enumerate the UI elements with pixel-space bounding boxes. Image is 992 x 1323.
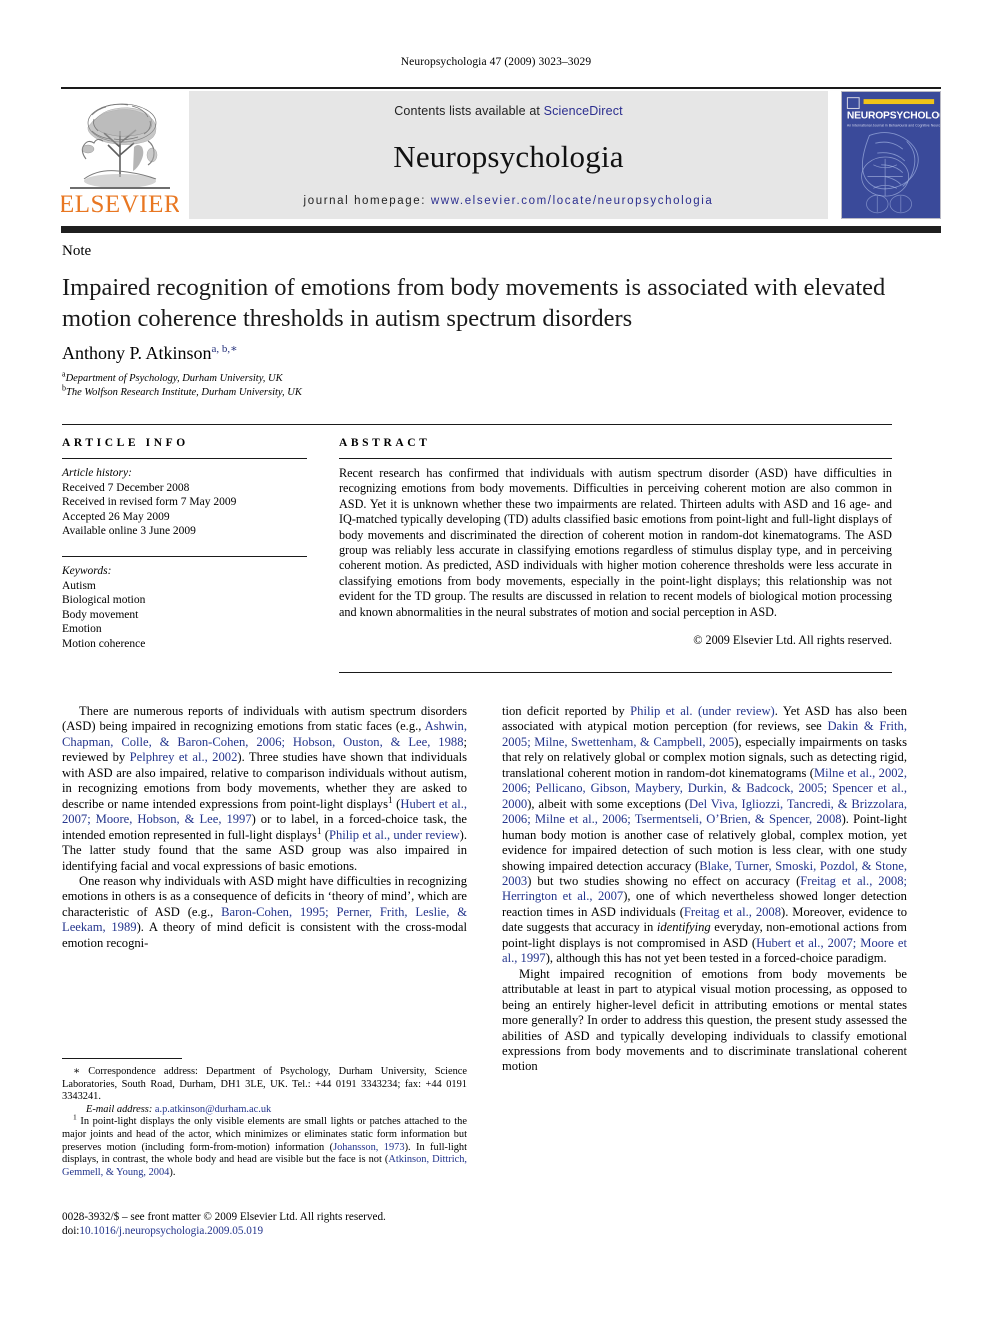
text-run: ), albeit with some exceptions ( xyxy=(527,796,689,811)
text-run: ). xyxy=(169,1166,176,1178)
affiliation-list: aDepartment of Psychology, Durham Univer… xyxy=(62,370,892,400)
issn-frontmatter-line: 0028-3932/$ – see front matter © 2009 El… xyxy=(62,1211,386,1223)
journal-masthead: ELSEVIER Contents lists available at Sci… xyxy=(61,91,941,219)
text-run: Might impaired recognition of emotions f… xyxy=(502,966,907,1074)
svg-text:An International Journal in Be: An International Journal in Behavioural … xyxy=(847,124,940,128)
abstract-bottom-rule xyxy=(339,672,892,673)
abstract-text: Recent research has confirmed that indiv… xyxy=(339,466,892,619)
body-column-right: tion deficit reported by Philip et al. (… xyxy=(502,704,907,1075)
running-head: Neuropsychologia 47 (2009) 3023–3029 xyxy=(400,56,592,68)
contents-prefix-text: Contents lists available at xyxy=(394,104,544,118)
text-run: ) but two studies showing no effect on a… xyxy=(527,873,801,888)
affiliation-text: The Wolfson Research Institute, Durham U… xyxy=(66,386,302,398)
page-title: Impaired recognition of emotions from bo… xyxy=(62,274,886,332)
body-paragraph: tion deficit reported by Philip et al. (… xyxy=(502,704,907,967)
keywords-rule xyxy=(62,555,307,557)
author-affiliation-marks: a, b,∗ xyxy=(211,343,238,355)
masthead-bottom-bar xyxy=(61,226,941,233)
affiliation-text: Department of Psychology, Durham Univers… xyxy=(65,373,283,384)
correspondence-footnote: ∗ Correspondence address: Department of … xyxy=(62,1066,467,1103)
article-info-rule xyxy=(62,458,307,459)
article-history: Article history: Received 7 December 200… xyxy=(62,466,307,539)
text-run: ), although this has not yet been tested… xyxy=(545,951,887,966)
body-column-left: There are numerous reports of individual… xyxy=(62,704,467,951)
body-paragraph: One reason why individuals with ASD migh… xyxy=(62,874,467,951)
text-run: identifying xyxy=(656,920,711,935)
email-label: E-mail address: xyxy=(86,1103,153,1115)
body-paragraph: Might impaired recognition of emotions f… xyxy=(502,967,907,1075)
doi-line: doi:10.1016/j.neuropsychologia.2009.05.0… xyxy=(62,1224,562,1238)
keywords-label: Keywords: xyxy=(62,564,112,577)
affiliation-item: aDepartment of Psychology, Durham Univer… xyxy=(62,370,892,386)
citation-ref[interactable]: Johansson, 1973 xyxy=(333,1142,405,1153)
journal-cover-thumbnail[interactable]: NEUROPSYCHOLOGIA An International Journa… xyxy=(841,91,941,219)
imprint-block: 0028-3932/$ – see front matter © 2009 El… xyxy=(62,1210,562,1238)
elsevier-logo: ELSEVIER xyxy=(61,91,179,219)
footnote-separator-rule xyxy=(62,1058,182,1059)
doi-label: doi: xyxy=(62,1225,80,1238)
journal-cover-image: NEUROPSYCHOLOGIA An International Journa… xyxy=(842,92,940,218)
citation-ref[interactable]: Philip et al. (under review) xyxy=(630,704,775,718)
article-type-label: Note xyxy=(62,243,92,259)
article-info-block: ARTICLE INFO Article history: Received 7… xyxy=(62,437,307,652)
author-name: Anthony P. Atkinson xyxy=(62,343,212,363)
keyword-item: Biological motion xyxy=(62,594,146,607)
keywords-list: Keywords: Autism Biological motion Body … xyxy=(62,564,307,652)
history-item: Received in revised form 7 May 2009 xyxy=(62,496,237,509)
keyword-item: Body movement xyxy=(62,608,139,621)
keyword-item: Motion coherence xyxy=(62,637,146,650)
citation-ref[interactable]: Freitag et al., 2008 xyxy=(684,905,781,919)
keyword-item: Autism xyxy=(62,579,96,592)
history-item: Received 7 December 2008 xyxy=(62,481,190,494)
article-info-heading: ARTICLE INFO xyxy=(62,437,189,449)
citation-ref[interactable]: Philip et al., under review xyxy=(329,828,460,842)
citation-ref[interactable]: Pelphrey et al., 2002 xyxy=(130,750,238,764)
text-run: ( xyxy=(321,827,329,842)
sciencedirect-link[interactable]: ScienceDirect xyxy=(544,104,623,118)
homepage-prefix-text: journal homepage: xyxy=(303,195,431,207)
doi-link[interactable]: 10.1016/j.neuropsychologia.2009.05.019 xyxy=(79,1225,263,1237)
history-item: Accepted 26 May 2009 xyxy=(62,510,170,523)
history-item: Available online 3 June 2009 xyxy=(62,525,196,538)
keywords-block: Keywords: Autism Biological motion Body … xyxy=(62,555,307,652)
affiliation-item: bThe Wolfson Research Institute, Durham … xyxy=(62,384,892,400)
journal-homepage-line: journal homepage: www.elsevier.com/locat… xyxy=(304,195,714,207)
svg-text:NEUROPSYCHOLOGIA: NEUROPSYCHOLOGIA xyxy=(847,111,940,122)
email-footnote: E-mail address: a.p.atkinson@durham.ac.u… xyxy=(62,1104,467,1117)
journal-article-page: Neuropsychologia 47 (2009) 3023–3029 ELS… xyxy=(0,0,992,1323)
numbered-footnote-1: 1 In point-light displays the only visib… xyxy=(62,1114,467,1179)
abstract-rule xyxy=(339,458,892,459)
journal-homepage-link[interactable]: www.elsevier.com/locate/neuropsychologia xyxy=(431,195,714,207)
text-run: tion deficit reported by xyxy=(502,704,631,718)
article-header-rule xyxy=(62,424,892,425)
article-history-label: Article history: xyxy=(62,467,132,479)
abstract-heading: ABSTRACT xyxy=(339,437,431,449)
elsevier-tree-icon xyxy=(70,103,170,189)
masthead-top-rule xyxy=(61,87,941,89)
footnote-block: ∗ Correspondence address: Department of … xyxy=(62,1066,467,1179)
abstract-block: ABSTRACT Recent research has confirmed t… xyxy=(339,437,892,648)
footnote-1-text: In point-light displays the only visible… xyxy=(62,1116,467,1177)
elsevier-wordmark: ELSEVIER xyxy=(61,191,179,218)
author-list: Anthony P. Atkinsona, b,∗ xyxy=(62,343,892,364)
journal-title: Neuropsychologia xyxy=(393,138,624,174)
keyword-item: Emotion xyxy=(62,623,102,636)
masthead-center-panel: Contents lists available at ScienceDirec… xyxy=(189,91,828,219)
abstract-copyright: © 2009 Elsevier Ltd. All rights reserved… xyxy=(693,633,892,648)
email-link[interactable]: a.p.atkinson@durham.ac.uk xyxy=(155,1104,271,1115)
contents-available-line: Contents lists available at ScienceDirec… xyxy=(394,104,622,118)
text-run: There are numerous reports of individual… xyxy=(62,704,467,734)
body-paragraph: There are numerous reports of individual… xyxy=(62,704,467,874)
